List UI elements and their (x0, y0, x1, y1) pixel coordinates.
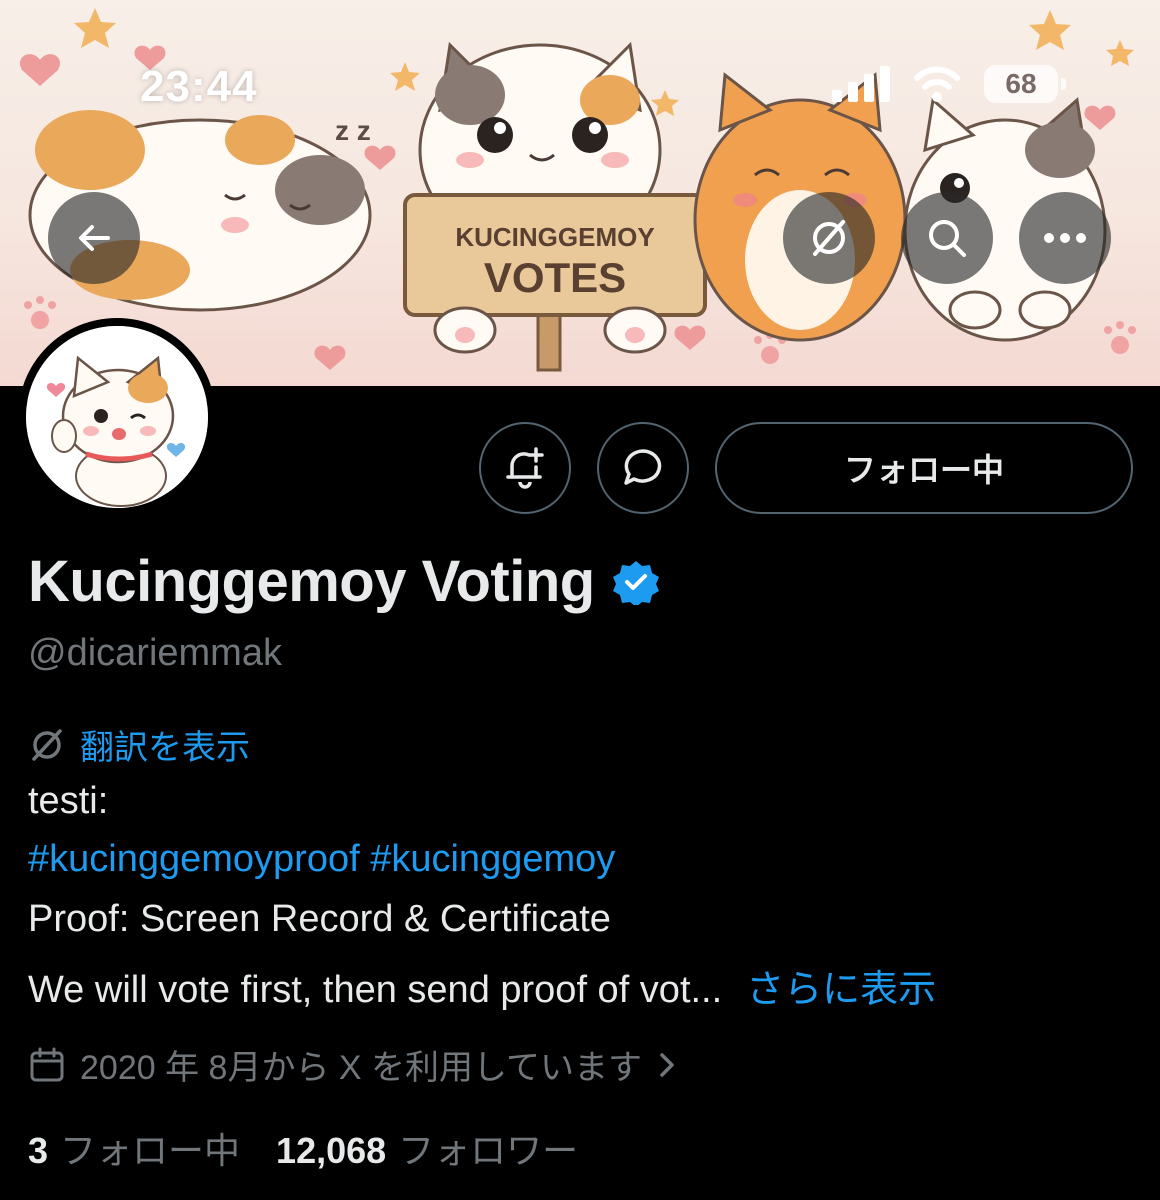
svg-text:z z: z z (335, 115, 371, 146)
chat-bubble-icon (624, 449, 662, 485)
more-dots-icon (1044, 233, 1086, 243)
bio-line-truncated: We will vote first, then send proof of v… (28, 958, 936, 1013)
bio-line: Proof: Screen Record & Certificate (28, 898, 611, 940)
signal-icon (832, 66, 890, 102)
bio-hashtags: #kucinggemoyproof #kucinggemoy (28, 838, 615, 881)
show-translation-link[interactable]: 翻訳を表示 (80, 720, 250, 769)
translate-slash-icon (32, 728, 62, 761)
status-icons: 68 (832, 64, 1066, 104)
avatar-cat-image (26, 326, 208, 508)
notify-button[interactable] (479, 422, 571, 514)
hashtag-link[interactable]: #kucinggemoy (370, 838, 615, 880)
follow-stats: 3 フォロー中 12,068 フォロワー (28, 1122, 614, 1174)
translate-toggle-button[interactable] (783, 192, 875, 284)
svg-text:KUCINGGEMOY: KUCINGGEMOY (455, 222, 654, 252)
wifi-icon (914, 66, 960, 102)
status-time: 23:44 (140, 62, 258, 111)
banner-cats-illustration: z z KUCINGGEMOY VOTES (19, 8, 1136, 372)
verified-badge-icon[interactable] (612, 559, 659, 605)
svg-text:VOTES: VOTES (484, 254, 626, 301)
following-button[interactable]: フォロー中 (715, 422, 1133, 514)
followers-label[interactable]: フォロワー (398, 1122, 578, 1174)
profile-banner[interactable]: z z KUCINGGEMOY VOTES 23:44 68 (0, 0, 1160, 386)
back-arrow-icon (79, 225, 110, 251)
more-options-button[interactable] (1019, 192, 1111, 284)
joined-date-row[interactable]: 2020 年 8月から X を利用しています (28, 1040, 678, 1089)
profile-avatar[interactable] (18, 318, 216, 516)
name-row: Kucinggemoy Voting (28, 548, 659, 615)
battery-icon: 68 (984, 65, 1066, 103)
translate-bio-row[interactable]: 翻訳を表示 (28, 720, 250, 769)
bio-text: We will vote first, then send proof of v… (28, 969, 723, 1011)
followers-count[interactable]: 12,068 (276, 1130, 386, 1172)
joined-date-text: 2020 年 8月から X を利用しています (80, 1049, 642, 1087)
user-handle: @dicariemmak (28, 632, 282, 674)
bell-plus-icon (506, 447, 544, 489)
search-icon (929, 220, 966, 257)
search-button[interactable] (901, 192, 993, 284)
back-button[interactable] (48, 192, 140, 284)
chevron-right-icon (660, 1052, 674, 1077)
translate-slash-icon (813, 220, 845, 256)
show-more-link[interactable]: さらに表示 (746, 969, 936, 1011)
calendar-icon (30, 1047, 64, 1081)
message-button[interactable] (597, 422, 689, 514)
bio-line: testi: (28, 780, 109, 822)
hashtag-link[interactable]: #kucinggemoyproof (28, 838, 360, 880)
display-name: Kucinggemoy Voting (28, 549, 595, 614)
following-label[interactable]: フォロー中 (60, 1122, 240, 1174)
following-count[interactable]: 3 (28, 1130, 48, 1172)
